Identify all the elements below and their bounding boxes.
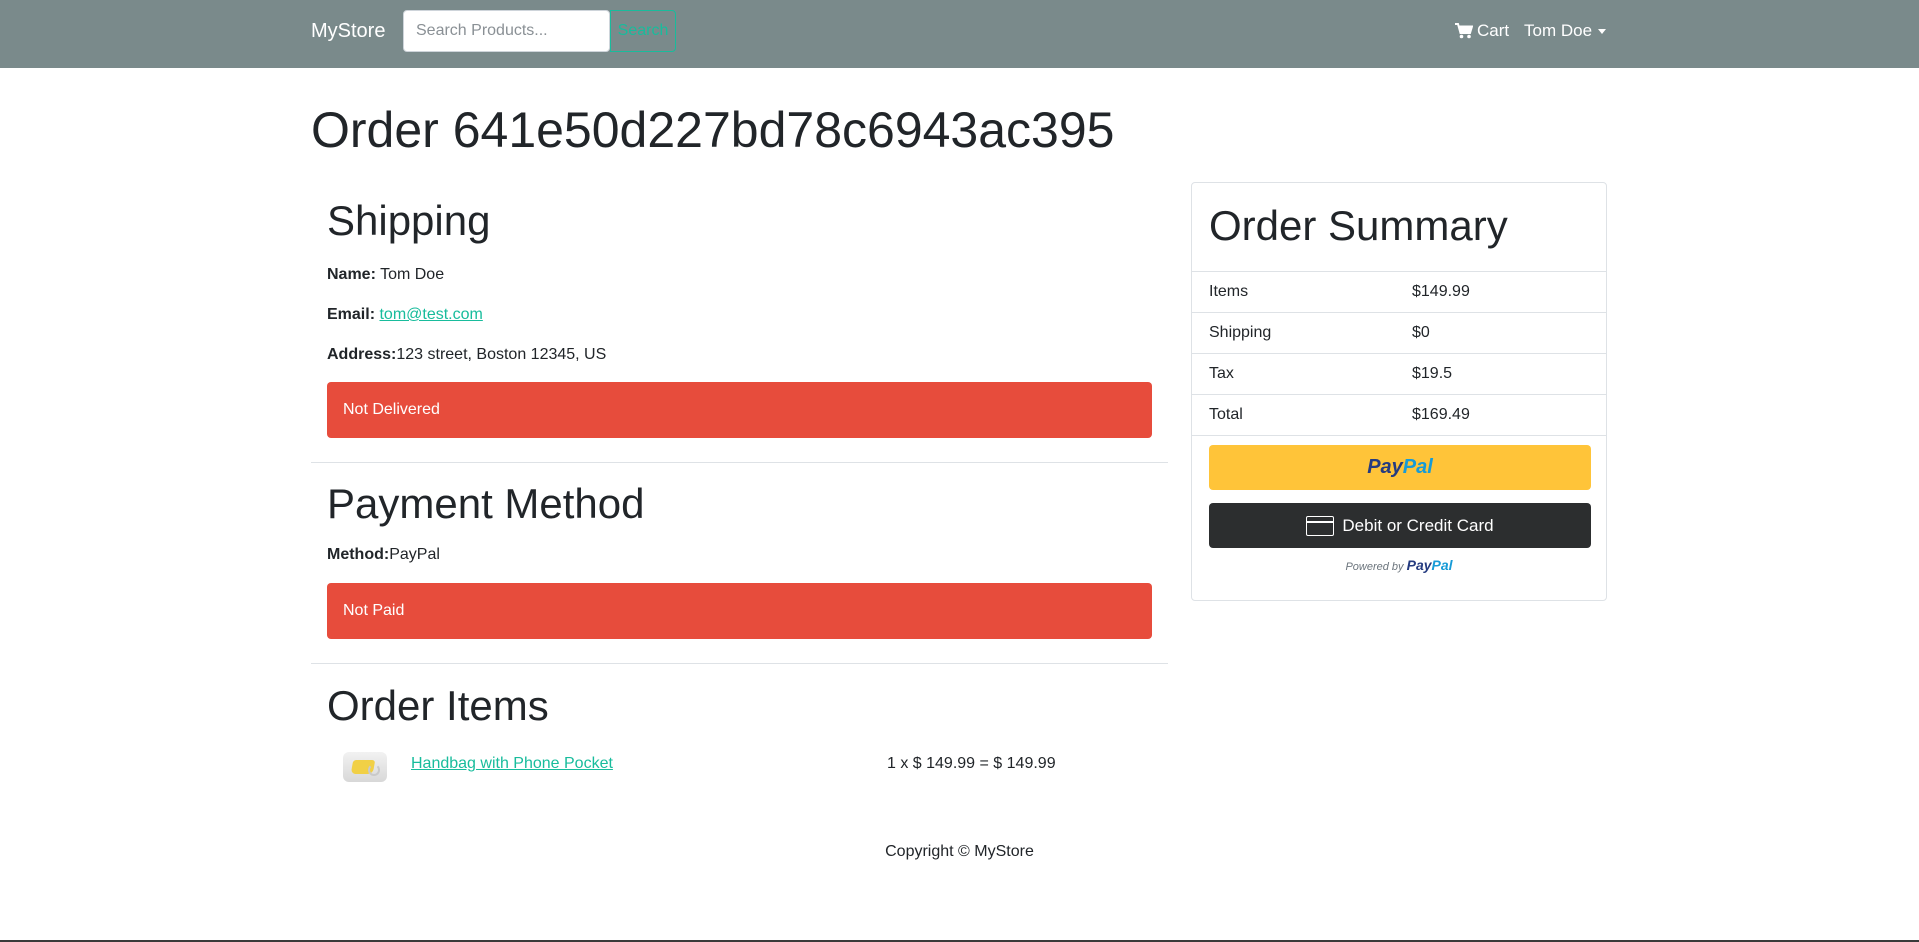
shipping-address: Address:123 street, Boston 12345, US — [327, 344, 606, 366]
paypal-logo-small: PayPal — [1406, 557, 1453, 573]
method-label: Method: — [327, 546, 390, 563]
product-image — [343, 752, 387, 782]
product-price-calc: 1 x $ 149.99 = $ 149.99 — [887, 755, 1056, 772]
email-label: Email: — [327, 306, 376, 323]
name-label: Name: — [327, 266, 376, 283]
email-link[interactable]: tom@test.com — [379, 306, 482, 323]
order-summary-card: Order Summary Items $149.99 Shipping $0 … — [1191, 182, 1607, 601]
shipping-section: Shipping Name: Tom Doe Email: tom@test.c… — [311, 182, 1168, 464]
brand-logo[interactable]: MyStore — [311, 20, 385, 43]
shipping-name: Name: Tom Doe — [327, 264, 444, 286]
delivery-status-alert: Not Delivered — [327, 382, 1152, 438]
summary-value: $169.49 — [1412, 406, 1470, 423]
shipping-heading: Shipping — [327, 197, 491, 244]
user-dropdown[interactable]: Tom Doe — [1524, 21, 1607, 41]
credit-card-icon — [1306, 515, 1335, 536]
summary-value: $149.99 — [1412, 283, 1470, 300]
navbar: MyStore Search Cart Tom Doe — [0, 0, 1919, 68]
order-items-heading: Order Items — [327, 682, 549, 729]
shipping-email: Email: tom@test.com — [327, 304, 483, 326]
summary-row-shipping: Shipping $0 — [1192, 312, 1606, 353]
name-value: Tom Doe — [380, 266, 445, 283]
caret-down-icon — [1598, 28, 1607, 34]
card-button-label: Debit or Credit Card — [1342, 515, 1494, 535]
user-name: Tom Doe — [1524, 21, 1593, 40]
footer-copyright: Copyright © MyStore — [885, 843, 1034, 860]
summary-row-tax: Tax $19.5 — [1192, 353, 1606, 394]
summary-row-divider — [1192, 435, 1606, 436]
address-value: 123 street, Boston 12345, US — [396, 346, 607, 363]
payment-method: Method:PayPal — [327, 544, 440, 566]
summary-row-total: Total $169.49 — [1192, 394, 1606, 435]
cart-icon — [1455, 23, 1473, 39]
summary-label: Shipping — [1209, 324, 1272, 341]
handbag-strap-graphic — [368, 764, 380, 776]
summary-label: Items — [1209, 283, 1249, 300]
payment-heading: Payment Method — [327, 480, 645, 527]
summary-label: Total — [1209, 406, 1243, 423]
cart-link[interactable]: Cart — [1455, 21, 1509, 41]
method-value: PayPal — [389, 546, 440, 563]
summary-row-items: Items $149.99 — [1192, 271, 1606, 312]
summary-label: Tax — [1209, 365, 1234, 382]
powered-by-label: Powered by — [1345, 561, 1404, 573]
summary-value: $0 — [1412, 324, 1430, 341]
powered-by-paypal: Powered by PayPal — [1192, 557, 1606, 573]
search-input[interactable] — [403, 10, 610, 52]
payment-section: Payment Method Method:PayPal Not Paid — [311, 463, 1168, 665]
paypal-button[interactable]: PayPal — [1209, 445, 1591, 490]
paypal-logo: PayPal — [1367, 456, 1433, 478]
page-title: Order 641e50d227bd78c6943ac395 — [311, 102, 1115, 158]
payment-status-alert: Not Paid — [327, 583, 1152, 639]
summary-value: $19.5 — [1412, 365, 1453, 382]
summary-heading: Order Summary — [1209, 202, 1508, 249]
product-link[interactable]: Handbag with Phone Pocket — [411, 753, 613, 775]
search-button[interactable]: Search — [610, 10, 676, 52]
address-label: Address: — [327, 346, 397, 363]
debit-credit-card-button[interactable]: Debit or Credit Card — [1209, 503, 1591, 548]
cart-label: Cart — [1477, 21, 1510, 40]
